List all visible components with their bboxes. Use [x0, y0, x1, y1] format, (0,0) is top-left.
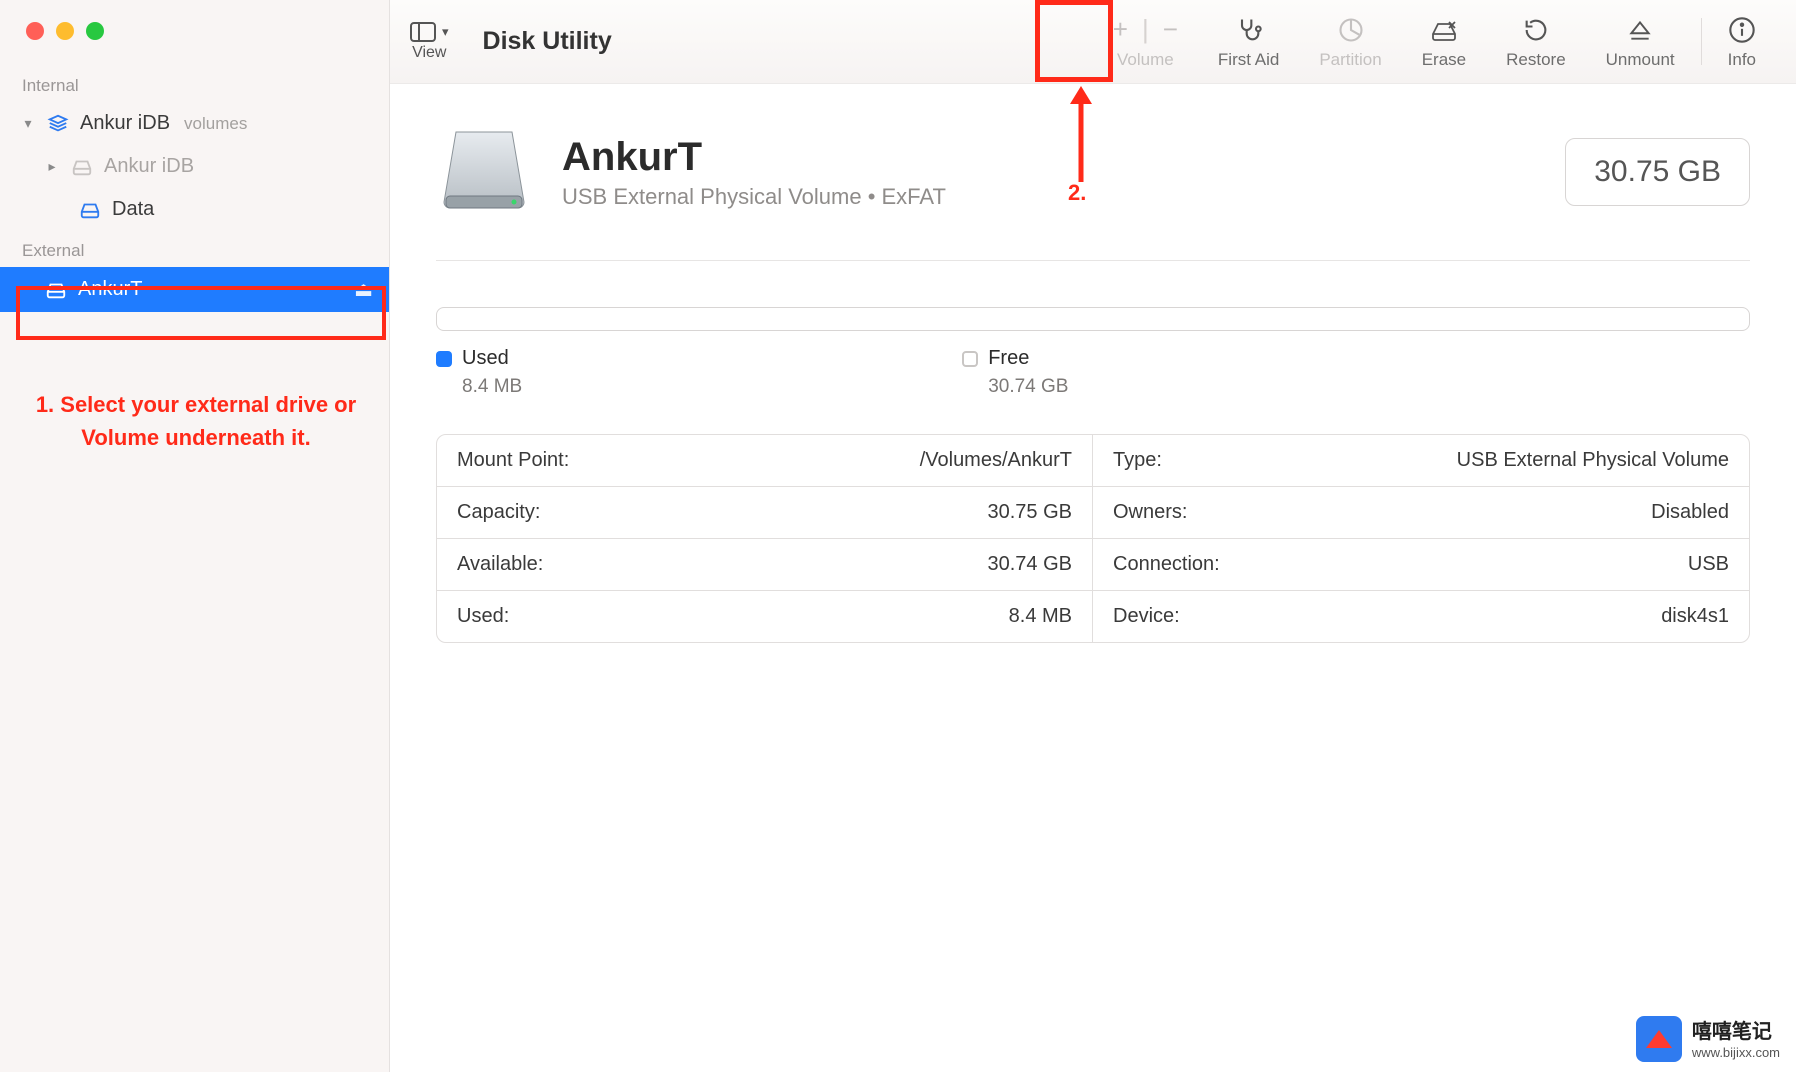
info-row: Capacity:30.75 GB	[437, 487, 1093, 539]
info-grid: Mount Point:/Volumes/AnkurT Type:USB Ext…	[436, 434, 1750, 643]
stethoscope-icon	[1235, 14, 1263, 46]
sidebar-section-internal: Internal	[0, 66, 389, 102]
info-row: Owners:Disabled	[1093, 487, 1749, 539]
toolbar-label: First Aid	[1218, 50, 1279, 70]
toolbar-label: Info	[1728, 50, 1756, 70]
sidebar-item-volume[interactable]: ▸ Ankur iDB	[0, 145, 389, 188]
annotation-text-2: 2.	[1068, 180, 1086, 206]
eject-icon	[1627, 14, 1653, 46]
pie-icon	[1337, 14, 1365, 46]
info-row: Used:8.4 MB	[437, 591, 1093, 642]
info-row: Mount Point:/Volumes/AnkurT	[437, 435, 1093, 487]
maximize-window-button[interactable]	[86, 22, 104, 40]
watermark: 嘻嘻笔记 www.bijixx.com	[1636, 1015, 1780, 1062]
volume-header: AnkurT USB External Physical Volume • Ex…	[436, 114, 1750, 261]
toolbar-separator	[1701, 18, 1702, 65]
stack-icon	[46, 113, 70, 135]
chevron-down-icon[interactable]: ▾	[20, 115, 36, 132]
volume-size-badge: 30.75 GB	[1565, 138, 1750, 206]
sidebar-item-label: Ankur iDB	[80, 112, 170, 135]
toolbar: ▾ View Disk Utility + | − Volume	[390, 0, 1796, 84]
sidebar-item-external-volume[interactable]: AnkurT ⏏	[0, 267, 389, 312]
legend-value: 8.4 MB	[462, 376, 522, 398]
info-row: Connection:USB	[1093, 539, 1749, 591]
disk-icon	[70, 158, 94, 176]
toolbar-label: Partition	[1319, 50, 1381, 70]
restore-button[interactable]: Restore	[1486, 0, 1586, 83]
sidebar-item-label: Ankur iDB	[104, 155, 194, 178]
erase-button[interactable]: Erase	[1402, 0, 1486, 83]
disk-icon	[44, 281, 68, 299]
legend-label: Used	[462, 347, 509, 370]
close-window-button[interactable]	[26, 22, 44, 40]
sidebar: Internal ▾ Ankur iDB volumes ▸ Ankur iDB…	[0, 0, 390, 1072]
legend-label: Free	[988, 347, 1029, 370]
disk-icon	[78, 201, 102, 219]
toolbar-label: Restore	[1506, 50, 1566, 70]
sidebar-toggle-icon: ▾	[410, 22, 449, 42]
minus-icon: −	[1163, 14, 1178, 45]
sidebar-item-sublabel: volumes	[184, 114, 247, 134]
toolbar-label: Unmount	[1606, 50, 1675, 70]
watermark-logo-icon	[1636, 1016, 1682, 1062]
app-title: Disk Utility	[483, 27, 612, 56]
restore-icon	[1522, 14, 1550, 46]
external-drive-icon	[436, 124, 532, 220]
volume-button: + | − Volume	[1093, 0, 1198, 83]
sidebar-item-volume-data[interactable]: Data	[0, 188, 389, 231]
watermark-url: www.bijixx.com	[1692, 1045, 1780, 1060]
erase-icon	[1429, 14, 1459, 46]
watermark-name: 嘻嘻笔记	[1692, 1015, 1780, 1044]
legend-value: 30.74 GB	[988, 376, 1068, 398]
info-icon	[1728, 14, 1756, 46]
content-area: AnkurT USB External Physical Volume • Ex…	[390, 84, 1796, 673]
sidebar-section-external: External	[0, 231, 389, 267]
sidebar-item-label: Data	[112, 198, 154, 221]
eject-icon[interactable]: ⏏	[354, 277, 373, 302]
plus-icon: +	[1113, 14, 1128, 45]
legend-free: Free 30.74 GB	[962, 347, 1068, 398]
swatch-free	[962, 351, 978, 367]
chevron-right-icon[interactable]: ▸	[44, 158, 60, 175]
sidebar-item-label: AnkurT	[78, 278, 142, 301]
toolbar-label: Volume	[1117, 50, 1174, 70]
minimize-window-button[interactable]	[56, 22, 74, 40]
info-row: Type:USB External Physical Volume	[1093, 435, 1749, 487]
usage-legend: Used 8.4 MB Free 30.74 GB	[436, 347, 1750, 398]
window-controls	[0, 16, 389, 66]
volume-subtitle: USB External Physical Volume • ExFAT	[562, 184, 946, 210]
info-row: Available:30.74 GB	[437, 539, 1093, 591]
toolbar-label: Erase	[1422, 50, 1466, 70]
volume-name: AnkurT	[562, 135, 946, 180]
swatch-used	[436, 351, 452, 367]
sidebar-item-container-disk[interactable]: ▾ Ankur iDB volumes	[0, 102, 389, 145]
toolbar-label: View	[412, 44, 446, 62]
view-menu-button[interactable]: ▾ View	[410, 22, 449, 62]
chevron-down-icon: ▾	[442, 24, 449, 40]
first-aid-button[interactable]: First Aid	[1198, 0, 1299, 83]
annotation-text-1: 1. Select your external drive or Volume …	[26, 388, 366, 454]
info-row: Device:disk4s1	[1093, 591, 1749, 642]
legend-used: Used 8.4 MB	[436, 347, 522, 398]
usage-bar	[436, 307, 1750, 331]
main-pane: ▾ View Disk Utility + | − Volume	[390, 0, 1796, 1072]
partition-button: Partition	[1299, 0, 1401, 83]
info-button[interactable]: Info	[1708, 0, 1776, 83]
unmount-button[interactable]: Unmount	[1586, 0, 1695, 83]
